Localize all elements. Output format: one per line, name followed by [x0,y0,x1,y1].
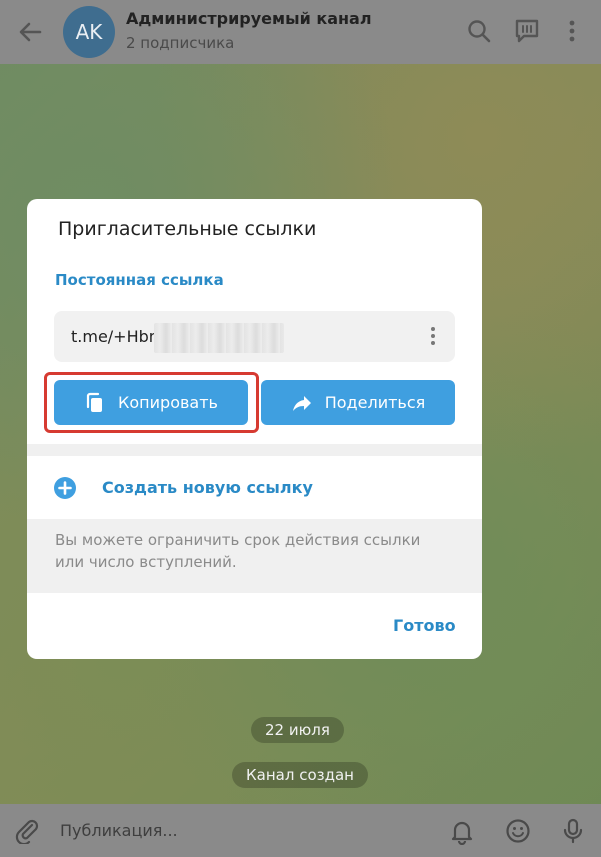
composer-bar: Публикация... [0,804,601,857]
back-arrow-icon[interactable] [14,16,46,48]
smile-icon[interactable] [504,817,532,845]
top-bar: AK Администрируемый канал 2 подписчика [0,0,601,64]
share-icon [292,395,311,411]
share-button-label: Поделиться [324,393,426,412]
system-message: Канал создан [232,762,368,788]
create-new-link-label: Создать новую ссылку [102,478,313,497]
copy-button-label: Копировать [118,393,218,412]
done-button[interactable]: Готово [393,616,456,635]
plus-circle-icon [54,477,76,499]
info-note: Вы можете ограничить срок действия ссылк… [27,519,482,593]
copy-icon [86,392,103,412]
divider [27,444,482,456]
avatar[interactable]: AK [63,6,115,58]
date-pill: 22 июля [251,717,344,743]
section-label: Постоянная ссылка [55,271,224,289]
invite-links-dialog: Пригласительные ссылки Постоянная ссылка… [27,199,482,659]
create-new-link-row[interactable]: Создать новую ссылку [27,456,482,519]
share-button[interactable]: Поделиться [261,380,455,425]
mic-icon[interactable] [559,817,587,845]
invite-link-text[interactable]: t.me/+Hbm [71,327,164,346]
message-input[interactable]: Публикация... [60,821,178,840]
attach-icon[interactable] [14,818,40,844]
kebab-icon[interactable] [421,324,445,348]
invite-link-field[interactable]: t.me/+Hbm [54,311,455,362]
redacted-area [154,323,284,353]
chat-subtitle: 2 подписчика [126,34,235,52]
bell-icon[interactable] [448,817,476,845]
dialog-title: Пригласительные ссылки [58,218,317,240]
copy-button[interactable]: Копировать [54,380,248,425]
chat-title[interactable]: Администрируемый канал [126,9,372,28]
search-icon[interactable] [464,16,494,46]
chat-icon[interactable] [512,16,542,46]
more-vert-icon[interactable] [557,16,587,46]
avatar-initials: AK [75,20,103,44]
